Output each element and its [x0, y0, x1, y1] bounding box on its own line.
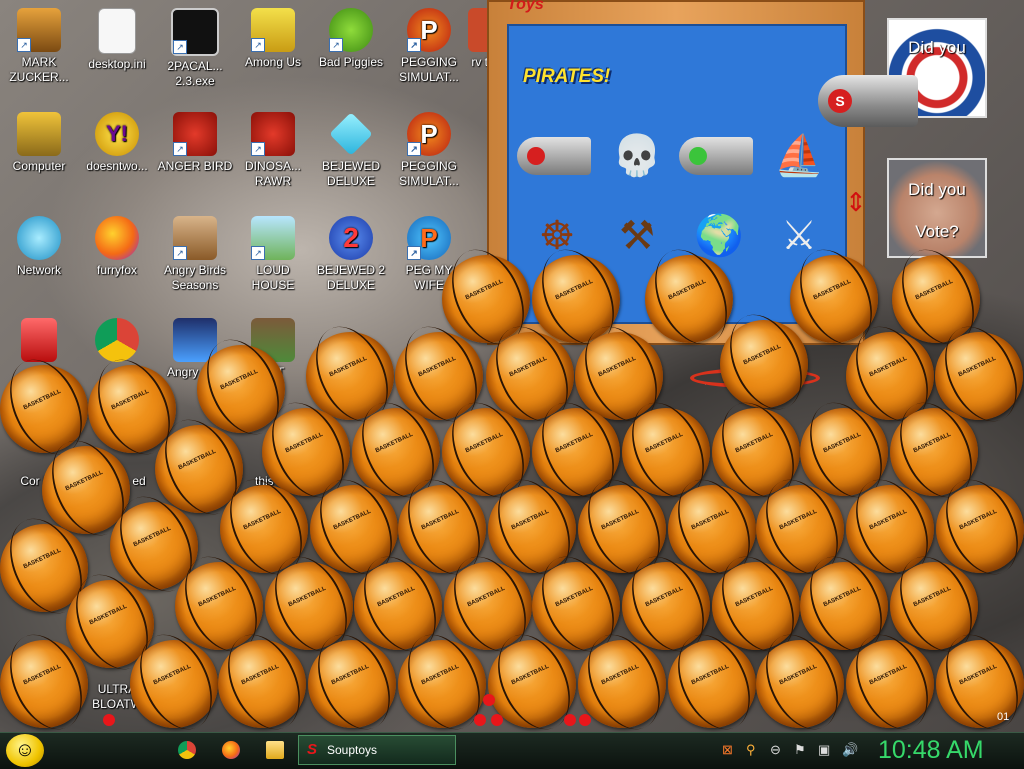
desktop-icon-mark-zuckerberg[interactable]: ↗ MARK ZUCKER... [0, 8, 78, 85]
cannon-toy[interactable]: S [818, 75, 918, 127]
flag-tray-icon[interactable]: ⚑ [794, 743, 806, 757]
volume-tray-icon[interactable]: 🔊 [842, 743, 858, 757]
souptoys-logo: Toys [507, 0, 544, 13]
angry-birds-seasons-icon: ↗ [173, 216, 217, 260]
recycle-bin-icon [21, 318, 57, 362]
basketball[interactable] [668, 640, 756, 728]
category-title: PIRATES! [523, 66, 611, 87]
basketball[interactable] [578, 640, 666, 728]
basketball[interactable] [645, 255, 733, 343]
photo-caption: Did you [908, 38, 966, 57]
red-ball[interactable] [483, 694, 495, 706]
cannon-green-toy[interactable] [679, 126, 759, 186]
bejeweled-2-icon: 2 [329, 216, 373, 260]
chrome-icon[interactable] [178, 741, 196, 759]
catapult-toy[interactable]: ⚒ [607, 206, 667, 266]
desktop-icon-among-us[interactable]: ↗ Among Us [234, 8, 312, 70]
desktop-icon-pegging-simulator-2[interactable]: P ↗ PEGGING SIMULAT... [390, 112, 468, 189]
red-ball[interactable] [579, 714, 591, 726]
clock[interactable]: 10:48 AM [878, 735, 984, 765]
firefox-icon[interactable] [222, 741, 240, 759]
chrome-icon [95, 318, 139, 362]
desktop-icon-doesnt-work[interactable]: Y! doesntwo... [78, 112, 156, 174]
basketball[interactable] [936, 485, 1024, 573]
peggle-icon: P ↗ [407, 112, 451, 156]
network-tray-icon[interactable]: ▣ [818, 743, 830, 757]
start-button[interactable]: ☺ [6, 734, 44, 767]
pirate-ship-toy[interactable]: ⛵ [769, 126, 829, 186]
photo-caption: Did you [908, 180, 966, 199]
basketball[interactable] [130, 640, 218, 728]
pig-icon: ↗ [329, 8, 373, 52]
basketball[interactable] [88, 365, 176, 453]
souptoys-icon: S [307, 741, 318, 758]
desktop-icon-computer[interactable]: Computer [0, 112, 78, 174]
angry-bird-icon: ↗ [251, 112, 295, 156]
cannon-red-toy[interactable] [517, 126, 597, 186]
red-ball[interactable] [474, 714, 486, 726]
corner-label: 01 [997, 711, 1010, 723]
desktop-icon-angry-birds-seasons[interactable]: ↗ Angry Birds Seasons [156, 216, 234, 293]
basketball[interactable] [846, 640, 934, 728]
search-tray-icon[interactable]: ⚲ [746, 743, 756, 757]
basketball[interactable] [936, 640, 1024, 728]
firefox-icon [95, 216, 139, 260]
red-ball[interactable] [491, 714, 503, 726]
angry-bird-icon: ↗ [173, 112, 217, 156]
red-ball[interactable] [103, 714, 115, 726]
desktop-icon-anger-bird[interactable]: ↗ ANGER BIRD [156, 112, 234, 174]
desktop-icon-network[interactable]: Network [0, 216, 78, 278]
smiley-icon: ☺ [14, 739, 36, 761]
desktop-icon-desktop-ini[interactable]: desktop.ini [78, 8, 156, 72]
desktop-icon-bad-piggies[interactable]: ↗ Bad Piggies [312, 8, 390, 70]
desktop-icon-bejewed-2-deluxe[interactable]: 2 BEJEWED 2 DELUXE [312, 216, 390, 293]
basketball[interactable] [790, 255, 878, 343]
basketball[interactable] [935, 332, 1023, 420]
desktop-icon-bejewed-deluxe[interactable]: BEJEWED DELUXE [312, 112, 390, 189]
desktop-icon-pegging-simulator-1[interactable]: P ↗ PEGGING SIMULAT... [390, 8, 468, 85]
souptoys-tray-icon[interactable]: ⊠ [722, 743, 733, 757]
desktop-icon-dinosaur-rawr[interactable]: ↗ DINOSA... RAWR [234, 112, 312, 189]
basketball[interactable] [0, 640, 88, 728]
desktop-icon-recycle-bin[interactable] [0, 318, 78, 365]
mccain-photo[interactable]: Did you Vote? [887, 158, 987, 258]
scroll-arrow-icon[interactable]: ⇕ [845, 187, 867, 218]
gem-icon [329, 112, 373, 156]
taskbar: ☺ S Souptoys ⊠ ⚲ ⊖ ⚑ ▣ 🔊 10:48 AM [0, 732, 1024, 769]
folder-icon: ↗ [17, 8, 61, 52]
desktop-icon-2pacalypse[interactable]: ↗ 2PACAL... 2.3.exe [156, 8, 234, 89]
peggle-icon: P ↗ [407, 216, 451, 260]
desktop-icon-chrome[interactable] [78, 318, 156, 365]
folder-icon[interactable] [266, 741, 284, 759]
desktop-icon-loud-house[interactable]: ↗ LOUD HOUSE [234, 216, 312, 293]
network-globe-icon [17, 216, 61, 260]
loud-house-icon: ↗ [251, 216, 295, 260]
peggle-icon: P ↗ [407, 8, 451, 52]
skull-toy[interactable]: 💀 [607, 126, 667, 186]
basketball[interactable] [398, 640, 486, 728]
console-icon: ↗ [171, 8, 219, 56]
yahoo-icon: Y! [95, 112, 139, 156]
disc-tray-icon[interactable]: ⊖ [770, 743, 781, 757]
red-ball[interactable] [564, 714, 576, 726]
taskbar-button-label: Souptoys [327, 743, 378, 757]
basketball[interactable] [720, 320, 808, 408]
text-file-icon [98, 8, 136, 54]
desktop-icon-furryfox[interactable]: furryfox [78, 216, 156, 278]
basketball[interactable] [756, 640, 844, 728]
basketball[interactable] [197, 345, 285, 433]
photo-caption: Vote? [915, 222, 959, 241]
basketball[interactable] [218, 640, 306, 728]
desktop: ↗ MARK ZUCKER... desktop.ini ↗ 2PACAL...… [0, 0, 1024, 732]
basketball[interactable] [308, 640, 396, 728]
souptoys-s-logo: S [828, 89, 852, 113]
taskbar-button-souptoys[interactable]: S Souptoys [298, 735, 456, 765]
computer-icon [17, 112, 61, 156]
among-us-icon: ↗ [251, 8, 295, 52]
